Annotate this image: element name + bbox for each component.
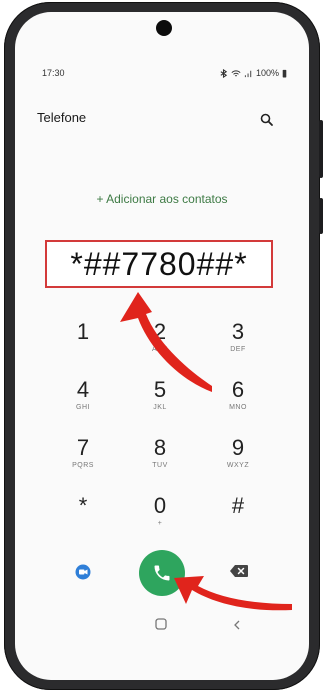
front-camera xyxy=(156,20,172,36)
key-6[interactable]: 6 MNO xyxy=(208,377,268,423)
dialed-number-display: *##7780##* xyxy=(45,240,273,288)
key-letters: + xyxy=(157,520,163,527)
bluetooth-icon xyxy=(220,68,228,78)
key-digit: 3 xyxy=(231,319,245,344)
status-icons: 100% xyxy=(219,68,287,78)
key-digit: # xyxy=(231,493,245,518)
home-icon[interactable] xyxy=(155,618,167,630)
key-digit: 8 xyxy=(153,435,167,460)
key-9[interactable]: 9 WXYZ xyxy=(208,435,268,481)
volume-button xyxy=(319,120,323,178)
key-digit: 6 xyxy=(231,377,245,402)
phone-screen: 17:30 100% Telefone + Adicionar aos cont… xyxy=(15,12,309,680)
key-letters: WXYZ xyxy=(226,462,250,469)
wifi-icon xyxy=(231,69,241,76)
key-letters: PQRS xyxy=(72,462,94,469)
key-5[interactable]: 5 JKL xyxy=(130,377,190,423)
key-digit: 4 xyxy=(76,377,90,402)
key-4[interactable]: 4 GHI xyxy=(53,377,113,423)
phone-icon xyxy=(154,565,170,581)
key-letters: MNO xyxy=(229,404,247,411)
battery-icon xyxy=(282,69,287,78)
app-title: Telefone xyxy=(37,110,87,125)
key-letters: JKL xyxy=(153,404,167,411)
key-2[interactable]: 2 ABC xyxy=(130,319,190,365)
key-digit: 7 xyxy=(76,435,90,460)
search-icon[interactable] xyxy=(259,112,275,128)
power-button xyxy=(319,198,323,234)
status-time: 17:30 xyxy=(42,68,65,78)
key-3[interactable]: 3 DEF xyxy=(208,319,268,365)
key-digit: * xyxy=(78,493,88,518)
call-button[interactable] xyxy=(139,550,185,596)
key-digit: 1 xyxy=(76,319,90,344)
key-letters: DEF xyxy=(230,346,246,353)
add-to-contacts-link[interactable]: + Adicionar aos contatos xyxy=(15,192,309,206)
key-7[interactable]: 7 PQRS xyxy=(53,435,113,481)
key-digit: 0 xyxy=(153,493,167,518)
key-letters: GHI xyxy=(76,404,90,411)
video-call-icon[interactable] xyxy=(75,564,91,580)
key-digit: 2 xyxy=(153,319,167,344)
key-0[interactable]: 0 + xyxy=(130,493,190,539)
dialed-number: *##7780##* xyxy=(70,245,248,282)
key-digit: 5 xyxy=(153,377,167,402)
key-hash[interactable]: # xyxy=(208,493,268,539)
battery-percent: 100% xyxy=(255,68,279,78)
backspace-icon[interactable] xyxy=(229,564,249,578)
key-star[interactable]: * xyxy=(53,493,113,539)
key-digit: 9 xyxy=(231,435,245,460)
key-letters: ABC xyxy=(152,346,168,353)
key-8[interactable]: 8 TUV xyxy=(130,435,190,481)
status-bar: 17:30 100% xyxy=(42,68,287,82)
phone-frame: 17:30 100% Telefone + Adicionar aos cont… xyxy=(4,2,323,690)
key-1[interactable]: 1 xyxy=(53,319,113,365)
key-letters: TUV xyxy=(152,462,168,469)
back-icon[interactable] xyxy=(233,620,241,630)
signal-icon xyxy=(244,70,252,77)
